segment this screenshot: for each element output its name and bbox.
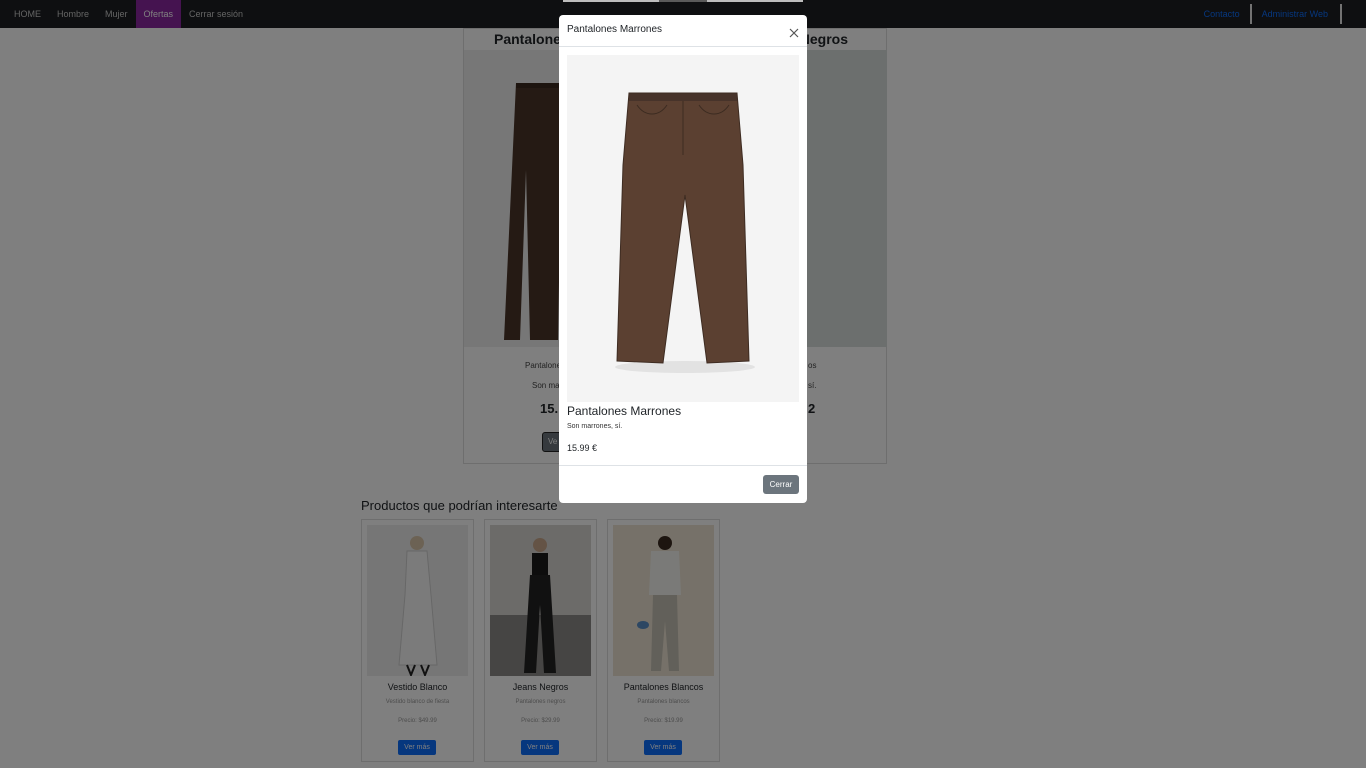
modal-product-name: Pantalones Marrones: [567, 404, 682, 418]
modal-product-price: 15.99 €: [567, 443, 598, 453]
carousel-indicator[interactable]: [659, 0, 707, 2]
modal-title: Pantalones Marrones: [567, 24, 663, 35]
modal-product-image: [567, 55, 799, 402]
close-button[interactable]: Cerrar: [763, 475, 799, 494]
modal-header: Pantalones Marrones: [559, 15, 807, 47]
carousel-indicator[interactable]: [707, 0, 803, 2]
product-modal: Pantalones Marrones Pantalones Marrones …: [559, 15, 807, 503]
modal-footer: Cerrar: [559, 465, 807, 503]
carousel-indicator[interactable]: [563, 0, 659, 2]
close-icon[interactable]: [789, 25, 799, 38]
modal-product-desc: Son marrones, sí.: [567, 423, 623, 430]
